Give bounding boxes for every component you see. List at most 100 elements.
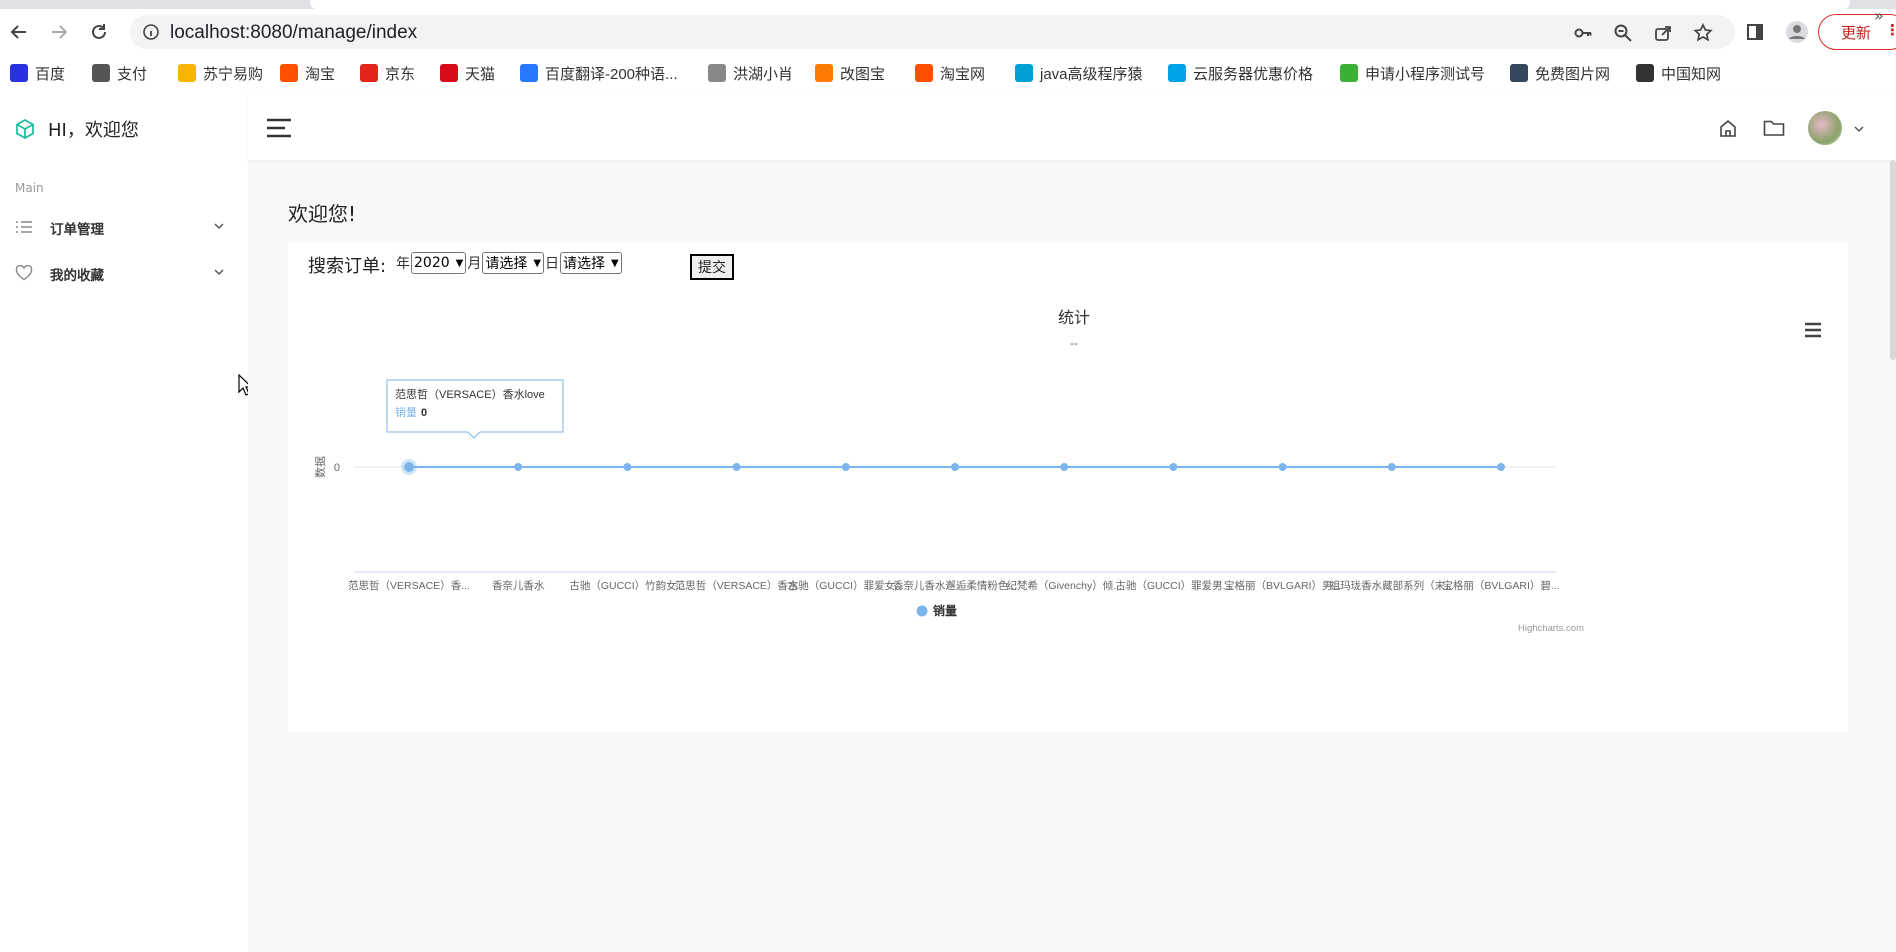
submit-button[interactable]: 提交 [690,254,734,280]
side-panel-icon[interactable] [1740,17,1770,47]
url-text[interactable]: localhost:8080/manage/index [170,22,417,44]
x-tick-label: 纪梵希（Givenchy）倾... [1006,579,1122,592]
chevron-down-icon[interactable] [1853,120,1865,139]
bookmark-label: 淘宝 [305,65,336,83]
tooltip-title: 范思哲（VERSACE）香水love [395,387,545,401]
x-tick-label: 古驰（GUCCI）罪爱男... [1115,579,1231,592]
bookmark-label: 淘宝网 [940,65,986,83]
tooltip-series-name: 销量 [395,405,417,419]
profile-icon[interactable] [1782,17,1812,47]
sidebar-item-label: 我的收藏 [50,268,104,284]
bookmark-star-icon[interactable] [1692,22,1714,44]
chevron-down-icon [213,266,225,282]
active-tab[interactable] [310,0,1850,9]
bookmark-label: 百度 [35,65,66,83]
home-icon[interactable] [1718,118,1738,142]
y-axis-label: 数据 [313,456,327,478]
chevron-down-icon: ▼ [533,257,542,269]
hamburger-menu-icon[interactable] [266,118,292,142]
x-tick-label: 古驰（GUCCI）罪爱女... [788,579,904,592]
bookmark-label: 申请小程序测试号 [1365,65,1486,83]
bookmark-item[interactable]: 免费图片网 [1510,61,1610,85]
avatar[interactable] [1808,111,1842,145]
sidebar-item-orders[interactable]: 订单管理 [0,207,248,247]
x-tick-label: 祖玛珑香水藏部系列（末... [1330,579,1454,592]
data-point [1060,463,1069,471]
page-scrollbar[interactable] [1890,160,1896,360]
year-select[interactable]: 2020 ▼ [411,252,467,274]
zoom-icon[interactable] [1612,22,1634,44]
bookmark-label: 天猫 [465,65,496,83]
search-form: 年 2020 ▼ 月 请选择 ▼ 日 请选择 ▼ [396,252,623,274]
bookmark-item[interactable]: 洪湖小肖 [708,61,793,85]
folder-icon[interactable] [1763,119,1785,141]
x-tick-label: 宝格丽（BVLGARI）男... [1224,579,1341,592]
tab-strip [0,0,1896,9]
legend-label: 销量 [933,603,957,618]
stats-card: 搜索订单: 年 2020 ▼ 月 请选择 ▼ 日 请选择 ▼ 提交 统计 -- 0 数据 范思… [288,242,1848,732]
site-info-icon[interactable] [142,23,160,45]
chart-title: 统计 [1058,309,1090,327]
bookmark-label: 百度翻译-200种语... [545,65,678,83]
bilibili-icon [1015,64,1033,82]
bookmark-item[interactable]: 申请小程序测试号 [1340,61,1485,85]
month-select[interactable]: 请选择 ▼ [482,252,545,274]
update-button[interactable]: 更新 ⋮ [1818,14,1896,50]
bookmark-item[interactable]: 改图宝 [815,61,885,85]
bookmark-label: 云服务器优惠价格 [1193,65,1314,83]
gaitubao-icon [815,64,833,82]
reload-icon[interactable] [84,17,114,47]
heart-icon [15,264,33,285]
bookmark-item[interactable]: 云服务器优惠价格 [1168,61,1313,85]
brand: HI，欢迎您 [14,116,139,142]
bookmark-item[interactable]: 中国知网 [1636,61,1721,85]
month-label: 月 [467,256,482,272]
bookmark-item[interactable]: java高级程序猿 [1015,61,1143,85]
bookmarks-bar: 百度 支付 苏宁易购 淘宝 京东 天猫 百度翻译-200种语... 洪湖小肖 改图宝 淘宝网 jav… [0,57,1896,89]
bookmark-item[interactable]: 苏宁易购 [178,61,263,85]
globe-icon [92,64,110,82]
day-select[interactable]: 请选择 ▼ [560,252,622,274]
data-point [841,463,850,471]
taobao-icon [915,64,933,82]
data-point [1278,463,1287,471]
translate-icon [520,64,538,82]
tumblr-icon [1510,64,1528,82]
key-icon[interactable] [1572,22,1594,44]
bookmark-item[interactable]: 天猫 [440,61,495,85]
bookmark-label: 苏宁易购 [203,65,264,83]
share-icon[interactable] [1652,22,1674,44]
data-point [1497,463,1505,471]
page-title: 欢迎您! [288,202,357,226]
bookmark-label: 京东 [385,65,416,83]
top-bar [248,96,1896,160]
bookmarks-overflow-icon[interactable]: » [1874,6,1884,25]
forward-icon[interactable] [44,17,74,47]
data-point [404,462,414,472]
main-area: 欢迎您! 搜索订单: 年 2020 ▼ 月 请选择 ▼ 日 请选择 ▼ 提交 统计 --… [248,96,1896,952]
sidebar-section-label: Main [15,181,44,195]
back-icon[interactable] [4,17,34,47]
bookmark-item[interactable]: 支付 [92,61,147,85]
more-vert-icon: ⋮ [1885,21,1896,39]
bookmark-item[interactable]: 京东 [360,61,415,85]
suning-icon [178,64,196,82]
address-bar[interactable]: localhost:8080/manage/index [130,15,1735,49]
data-point [732,463,741,471]
taobao-icon [280,64,298,82]
bookmark-item[interactable]: 百度翻译-200种语... [520,61,678,85]
bookmark-label: java高级程序猿 [1040,65,1143,83]
bookmark-label: 免费图片网 [1535,65,1611,83]
bookmark-item[interactable]: 淘宝 [280,61,335,85]
x-tick-label: 香奈儿香水 [492,579,545,592]
data-point [623,463,632,471]
tmall-icon [440,64,458,82]
jd-icon [360,64,378,82]
y-tick-label: 0 [334,462,340,474]
bookmark-item[interactable]: 百度 [10,61,65,85]
sidebar: HI，欢迎您 Main 订单管理 我的收藏 [0,96,253,952]
sidebar-item-favorites[interactable]: 我的收藏 [0,253,248,293]
bookmark-label: 改图宝 [840,65,886,83]
bookmark-item[interactable]: 淘宝网 [915,61,985,85]
month-select-value: 请选择 [485,256,528,272]
